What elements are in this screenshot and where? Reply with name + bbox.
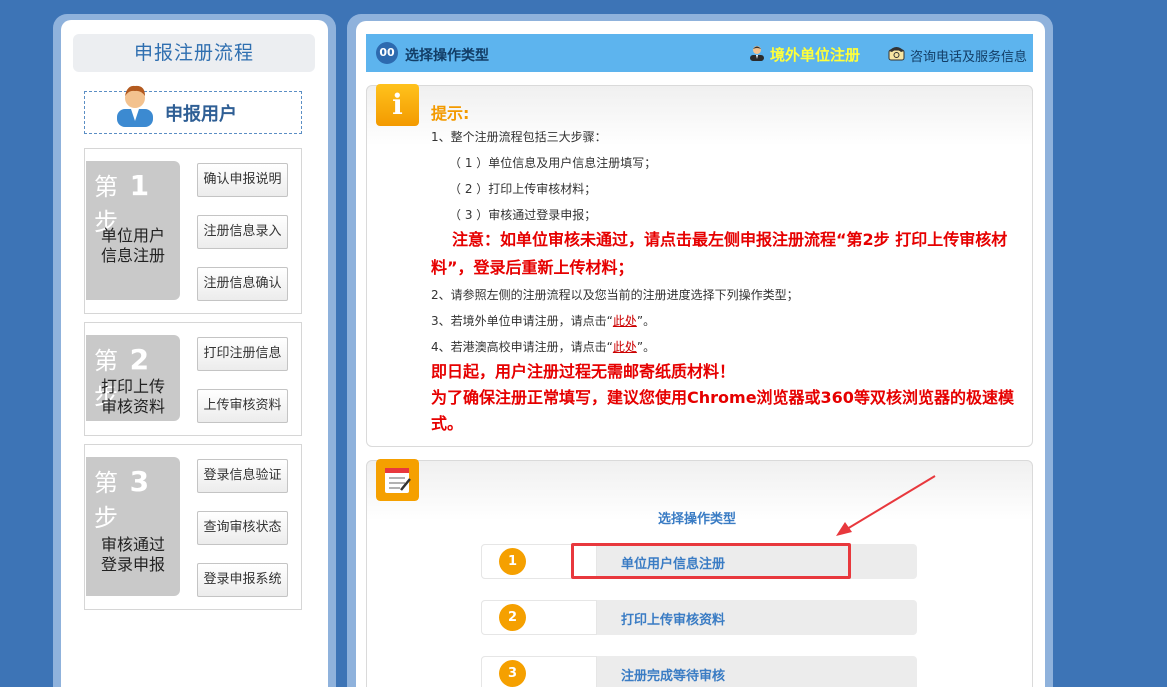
red-notice-2-line-1: 为了确保注册正常填写，建议您使用Chrome浏览器或360等双核浏览器的极速模 — [431, 388, 1014, 407]
tip-sub-3: （ 3 ）审核通过登录申报； — [449, 208, 597, 222]
phone-icon — [888, 47, 905, 61]
tip-line-4: 4、若港澳高校申请注册，请点击“此处”。 — [431, 340, 656, 354]
register-info-entry-button[interactable]: 注册信息录入 — [197, 215, 288, 249]
step-3-text: 审核通过 登录申报 — [100, 535, 165, 574]
user-avatar-icon — [117, 85, 153, 127]
step-3-number: 第 3 步 — [94, 465, 152, 532]
login-declaration-system-button[interactable]: 登录申报系统 — [197, 563, 288, 597]
person-icon — [750, 46, 764, 61]
tip-sub-1: （ 1 ）单位信息及用户信息注册填写； — [449, 156, 657, 170]
step-2-tag: 第 2 步 打印上传 审核资料 — [86, 335, 180, 421]
step-1-box: 第 1 步 单位用户 信息注册 确认申报说明 注册信息录入 注册信息确认 — [84, 148, 302, 314]
hk-macau-here-link[interactable]: 此处 — [613, 340, 637, 354]
tip-line-3: 3、若境外单位申请注册，请点击“此处”。 — [431, 314, 656, 328]
info-icon: i — [376, 84, 419, 126]
operation-2-label: 打印上传审核资料 — [621, 613, 726, 628]
operation-print-upload[interactable]: 2 打印上传审核资料 — [481, 600, 917, 635]
tips-title: 提示: — [431, 104, 470, 123]
step-1-text: 单位用户 信息注册 — [100, 226, 165, 265]
step-3-tag: 第 3 步 审核通过 登录申报 — [86, 457, 180, 596]
query-review-status-button[interactable]: 查询审核状态 — [197, 511, 288, 545]
header-badge: 00 — [376, 42, 398, 64]
step-3-box: 第 3 步 审核通过 登录申报 登录信息验证 查询审核状态 登录申报系统 — [84, 444, 302, 610]
notepad-icon — [376, 459, 419, 501]
user-label: 申报用户 — [165, 104, 237, 125]
tip-sub-2: （ 2 ）打印上传审核材料； — [449, 182, 597, 196]
red-notice-1: 即日起，用户注册过程无需邮寄纸质材料！ — [431, 362, 736, 381]
operation-wait-review[interactable]: 3 注册完成等待审核 — [481, 656, 917, 687]
notice-line-2: 料”，登录后重新上传材料； — [431, 258, 634, 277]
operation-3-label: 注册完成等待审核 — [621, 669, 726, 684]
step-2-text: 打印上传 审核资料 — [100, 377, 165, 416]
header-title: 选择操作类型 — [405, 48, 489, 64]
operations-title: 选择操作类型 — [658, 512, 737, 527]
operation-3-number: 3 — [499, 660, 526, 687]
print-register-info-button[interactable]: 打印注册信息 — [197, 337, 288, 371]
arrow-annotation — [836, 475, 936, 536]
tip-line-2: 2、请参照左侧的注册流程以及您当前的注册进度选择下列操作类型； — [431, 288, 799, 302]
register-info-confirm-button[interactable]: 注册信息确认 — [197, 267, 288, 301]
notice-line-1: 注意：如单位审核未通过，请点击最左侧申报注册流程“第2步 打印上传审核材 — [452, 230, 1008, 249]
upload-review-materials-button[interactable]: 上传审核资料 — [197, 389, 288, 423]
tip-line-1: 1、整个注册流程包括三大步骤： — [431, 130, 607, 144]
flow-title: 申报注册流程 — [73, 34, 315, 72]
confirm-declaration-button[interactable]: 确认申报说明 — [197, 163, 288, 197]
operation-2-number: 2 — [499, 604, 526, 631]
login-info-verify-button[interactable]: 登录信息验证 — [197, 459, 288, 493]
overseas-here-link[interactable]: 此处 — [613, 314, 637, 328]
step-2-box: 第 2 步 打印上传 审核资料 打印注册信息 上传审核资料 — [84, 322, 302, 436]
red-notice-2-line-2: 式。 — [431, 414, 464, 433]
step-1-tag: 第 1 步 单位用户 信息注册 — [86, 161, 180, 300]
overseas-register-link[interactable]: 境外单位注册 — [770, 44, 860, 65]
consult-info-link[interactable]: 咨询电话及服务信息 — [910, 46, 1027, 65]
highlight-box — [571, 543, 851, 579]
operation-1-number: 1 — [499, 548, 526, 575]
